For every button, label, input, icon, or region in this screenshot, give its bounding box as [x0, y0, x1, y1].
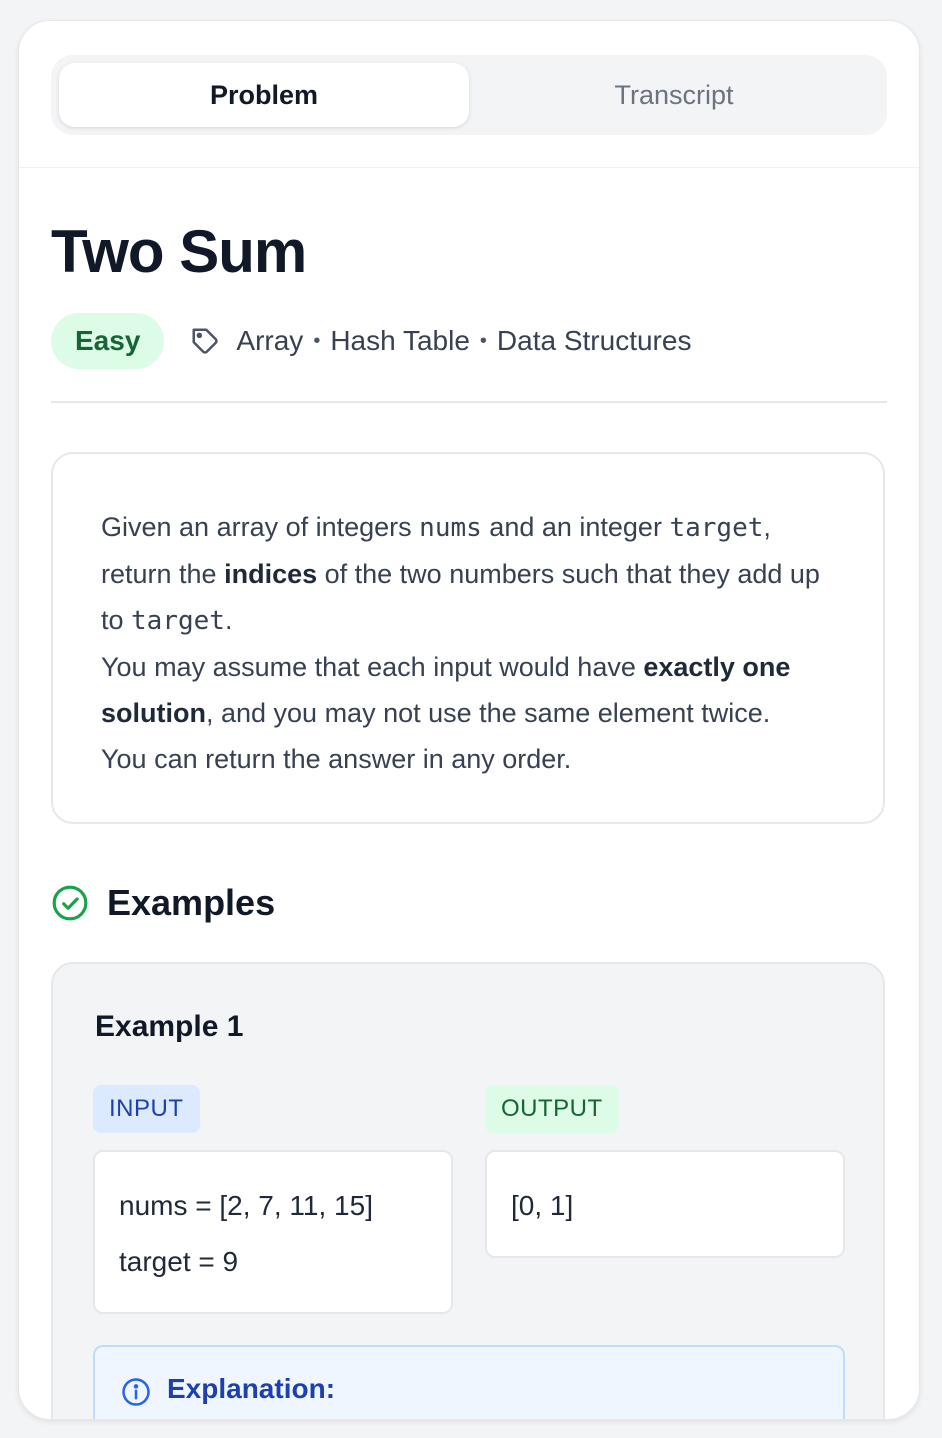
problem-meta: Easy Array • Hash Table • Data Structure… [51, 313, 691, 369]
input-label: INPUT [93, 1085, 200, 1133]
example-card: Example 1 INPUT OUTPUT nums = [2, 7, 11,… [51, 962, 885, 1419]
difficulty-badge: Easy [51, 313, 165, 369]
section-divider [51, 401, 887, 403]
problem-title: Two Sum [51, 218, 307, 285]
inline-code: target [669, 513, 764, 543]
input-line: target = 9 [119, 1246, 239, 1277]
tag-icon [190, 326, 220, 356]
inline-code: target [131, 606, 225, 636]
tag-separator: • [479, 329, 487, 352]
emphasis: indices [224, 559, 318, 589]
tab-bar: Problem Transcript [51, 55, 887, 135]
header-divider [19, 167, 919, 168]
explanation-box: Explanation: [93, 1345, 845, 1419]
description-paragraph: You can return the answer in any order. [101, 744, 572, 774]
explanation-label: Explanation: [167, 1373, 336, 1404]
tag-separator: • [313, 329, 321, 352]
tag-hash-table[interactable]: Hash Table [330, 325, 470, 357]
info-icon [121, 1377, 151, 1407]
description-paragraph: You may assume that each input would hav… [101, 652, 791, 728]
output-label: OUTPUT [485, 1085, 619, 1133]
output-value: [0, 1] [511, 1190, 574, 1221]
problem-card: Problem Transcript Two Sum Easy Array • … [18, 20, 920, 1420]
examples-title: Examples [107, 882, 276, 923]
input-line: nums = [2, 7, 11, 15] [119, 1190, 373, 1221]
tag-array[interactable]: Array [236, 325, 303, 357]
description-paragraph: Given an array of integers nums and an i… [101, 512, 820, 636]
tag-list: Array • Hash Table • Data Structures [236, 325, 691, 357]
tag-data-structures[interactable]: Data Structures [497, 325, 692, 357]
input-box: nums = [2, 7, 11, 15] target = 9 [93, 1150, 453, 1314]
tab-problem[interactable]: Problem [59, 63, 469, 127]
example-title: Example 1 [95, 1010, 244, 1043]
output-box: [0, 1] [485, 1150, 845, 1258]
examples-heading: Examples [51, 882, 276, 923]
check-circle-icon [51, 884, 89, 922]
problem-description: Given an array of integers nums and an i… [51, 452, 885, 824]
tab-transcript[interactable]: Transcript [469, 63, 879, 127]
inline-code: nums [419, 513, 482, 543]
